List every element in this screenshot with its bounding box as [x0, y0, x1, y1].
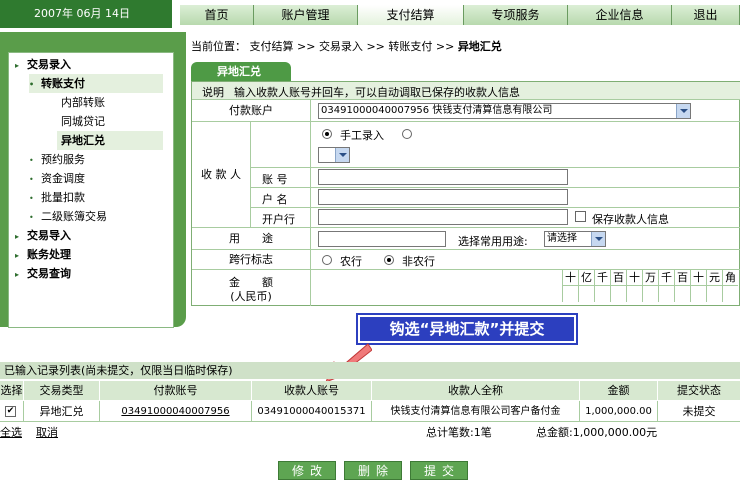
- nav-home[interactable]: 首页: [180, 5, 254, 25]
- nav-account-management[interactable]: 账户管理: [254, 5, 358, 25]
- sidebar-item-transaction-query[interactable]: ▸ 交易查询: [15, 264, 71, 283]
- sidebar-item-transaction-entry[interactable]: ▸ 交易录入: [15, 55, 71, 74]
- total-count: 总计笔数:1笔: [426, 426, 492, 439]
- chevron-down-icon: [591, 232, 605, 246]
- payee-name-input[interactable]: [318, 189, 568, 205]
- instruction-callout: 钩选“异地汇款”并提交: [356, 313, 578, 345]
- manual-entry-radio[interactable]: [322, 129, 332, 139]
- triangle-icon: ▸: [15, 232, 20, 241]
- sidebar-item-transaction-import[interactable]: ▸ 交易导入: [15, 226, 71, 245]
- remittance-form: 说明 输入收款人账号并回车，可以自动调取已保存的收款人信息 付款账户 03491…: [191, 81, 740, 306]
- sidebar-item-remote-remittance[interactable]: 异地汇兑: [57, 131, 163, 150]
- payee-account-input[interactable]: [318, 169, 568, 185]
- amount-row: 金 额 (人民币) 十 亿 千 百 十 万 千 百 十 元 角: [192, 270, 740, 306]
- nav-enterprise-info[interactable]: 企业信息: [568, 5, 672, 25]
- select-all-link[interactable]: 全选: [0, 424, 22, 442]
- chevron-down-icon: [676, 104, 690, 118]
- record-list-title: 已输入记录列表(尚未提交，仅限当日临时保存): [0, 362, 740, 379]
- triangle-icon: ▸: [15, 270, 20, 279]
- purpose-select[interactable]: 请选择: [544, 231, 606, 247]
- payee-type-select[interactable]: [318, 147, 350, 163]
- list-footer: 全选 取消 总计笔数:1笔 总金额:1,000,000.00元: [0, 424, 740, 442]
- sidebar-item-internal-transfer[interactable]: 内部转账: [61, 93, 105, 112]
- sidebar-item-batch-debit[interactable]: • 批量扣款: [29, 188, 85, 207]
- save-payee-checkbox[interactable]: [575, 211, 586, 222]
- main-nav: 首页 账户管理 支付结算 专项服务 企业信息 退出: [180, 5, 740, 25]
- amount-unit-header: 十 亿 千 百 十 万 千 百 十 元 角: [562, 270, 738, 286]
- payee-block: 收 款 人 手工录入 账 号 户 名 开户行 保存收款人信息: [192, 122, 740, 228]
- nav-logout[interactable]: 退出: [672, 5, 740, 25]
- total-amount: 总金额:1,000,000.00元: [536, 426, 658, 439]
- cancel-link[interactable]: 取消: [36, 424, 58, 442]
- triangle-icon: ▸: [15, 251, 20, 260]
- breadcrumb-current: 异地汇兑: [457, 40, 502, 53]
- modify-button[interactable]: 修改: [278, 461, 336, 480]
- payer-account-select[interactable]: 03491000040007956 快钱支付清算信息有限公司: [318, 103, 691, 119]
- breadcrumb-transfer[interactable]: 转账支付: [388, 40, 432, 53]
- crossbank-row: 跨行标志 农行 非农行: [192, 250, 740, 270]
- bullet-icon: •: [29, 175, 34, 184]
- bullet-icon: •: [29, 213, 34, 222]
- bullet-icon: •: [29, 156, 34, 165]
- delete-button[interactable]: 删除: [344, 461, 402, 480]
- sidebar-item-fund-dispatch[interactable]: • 资金调度: [29, 169, 85, 188]
- table-header: 选择 交易类型 付款账号 收款人账号 收款人全称 金额 提交状态: [0, 381, 740, 400]
- sidebar-item-sub-ledger[interactable]: • 二级账簿交易: [29, 207, 107, 226]
- top-bar: 2007年 06月 14日 首页 账户管理 支付结算 专项服务 企业信息 退出: [0, 0, 740, 30]
- payee-bank-input[interactable]: [318, 209, 568, 225]
- nav-special-services[interactable]: 专项服务: [464, 5, 568, 25]
- date-display: 2007年 06月 14日: [0, 0, 172, 28]
- nav-payment-settlement[interactable]: 支付结算: [358, 5, 464, 25]
- sidebar-item-transfer-payment[interactable]: • 转账支付: [29, 74, 163, 93]
- row-select-checkbox[interactable]: ✔: [5, 406, 16, 417]
- bullet-icon: •: [29, 194, 34, 203]
- submit-button[interactable]: 提交: [410, 461, 468, 480]
- sidebar-item-local-credit[interactable]: 同城贷记: [61, 112, 105, 131]
- triangle-icon: ▸: [15, 61, 20, 70]
- non-abc-bank-radio[interactable]: [384, 255, 394, 265]
- breadcrumb-payment[interactable]: 支付结算: [250, 40, 294, 53]
- sidebar-item-accounting[interactable]: ▸ 账务处理: [15, 245, 71, 264]
- breadcrumb: 当前位置： 支付结算 >> 交易录入 >> 转账支付 >> 异地汇兑: [191, 40, 502, 53]
- purpose-input[interactable]: [318, 231, 446, 247]
- chevron-down-icon: [335, 148, 349, 162]
- breadcrumb-entry[interactable]: 交易录入: [319, 40, 363, 53]
- saved-payee-radio[interactable]: [402, 129, 412, 139]
- sidebar-item-scheduled-service[interactable]: • 预约服务: [29, 150, 85, 169]
- bullet-icon: •: [29, 80, 35, 89]
- sidebar-menu: ▸ 交易录入 • 转账支付 内部转账 同城贷记 异地汇兑 • 预约服务 • 资金调度 •…: [8, 52, 174, 328]
- abc-bank-radio[interactable]: [322, 255, 332, 265]
- purpose-row: 用 途 选择常用用途: 请选择: [192, 228, 740, 250]
- tab-remote-remittance[interactable]: 异地汇兑: [191, 62, 291, 81]
- table-row: ✔ 异地汇兑 03491000040007956 034910000400153…: [0, 401, 740, 422]
- payer-row: 付款账户 03491000040007956 快钱支付清算信息有限公司: [192, 100, 740, 122]
- payer-account-link[interactable]: 03491000040007956: [100, 401, 252, 422]
- note-row: 说明 输入收款人账号并回车，可以自动调取已保存的收款人信息: [192, 82, 740, 100]
- sidebar: ▸ 交易录入 • 转账支付 内部转账 同城贷记 异地汇兑 • 预约服务 • 资金调度 •…: [0, 32, 186, 328]
- amount-digit-cells[interactable]: [562, 286, 738, 302]
